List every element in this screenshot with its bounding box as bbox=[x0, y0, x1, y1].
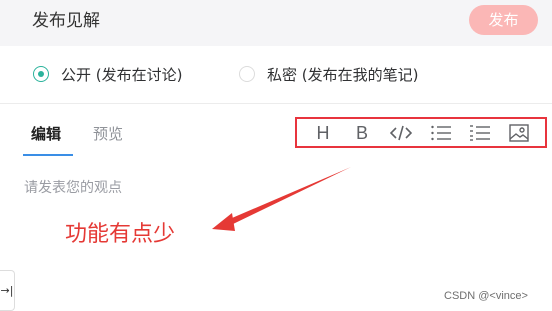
public-radio[interactable] bbox=[33, 66, 49, 82]
tab-edit[interactable]: 编辑 bbox=[31, 123, 61, 145]
private-option-label: 私密 (发布在我的笔记) bbox=[267, 65, 419, 84]
editor-toolbar: H B bbox=[295, 117, 547, 148]
bold-glyph: B bbox=[356, 124, 368, 142]
bold-icon[interactable]: B bbox=[349, 122, 375, 144]
private-option[interactable]: 私密 (发布在我的笔记) bbox=[239, 63, 418, 85]
tab-preview[interactable]: 预览 bbox=[93, 123, 123, 145]
heading-icon[interactable]: H bbox=[310, 122, 336, 144]
public-option-label: 公开 (发布在讨论) bbox=[61, 65, 183, 84]
publish-button[interactable]: 发布 bbox=[469, 5, 538, 35]
editor-placeholder[interactable]: 请发表您的观点 bbox=[24, 178, 122, 198]
code-icon[interactable] bbox=[388, 122, 414, 144]
ordered-list-icon[interactable] bbox=[467, 122, 493, 144]
dialog-title: 发布见解 bbox=[32, 11, 100, 31]
private-radio[interactable] bbox=[239, 66, 255, 82]
unordered-list-icon[interactable] bbox=[428, 122, 454, 144]
visibility-options: 公开 (发布在讨论) 私密 (发布在我的笔记) bbox=[0, 46, 552, 104]
watermark: CSDN @<vince> bbox=[444, 290, 528, 302]
public-option[interactable]: 公开 (发布在讨论) bbox=[33, 63, 182, 85]
annotation-text: 功能有点少 bbox=[65, 222, 176, 247]
image-icon[interactable] bbox=[506, 122, 532, 144]
dialog-header: 发布见解 发布 bbox=[0, 0, 552, 46]
heading-glyph: H bbox=[316, 124, 329, 142]
collapse-sidebar-toggle[interactable]: →| bbox=[0, 270, 15, 311]
active-tab-indicator bbox=[23, 154, 73, 156]
